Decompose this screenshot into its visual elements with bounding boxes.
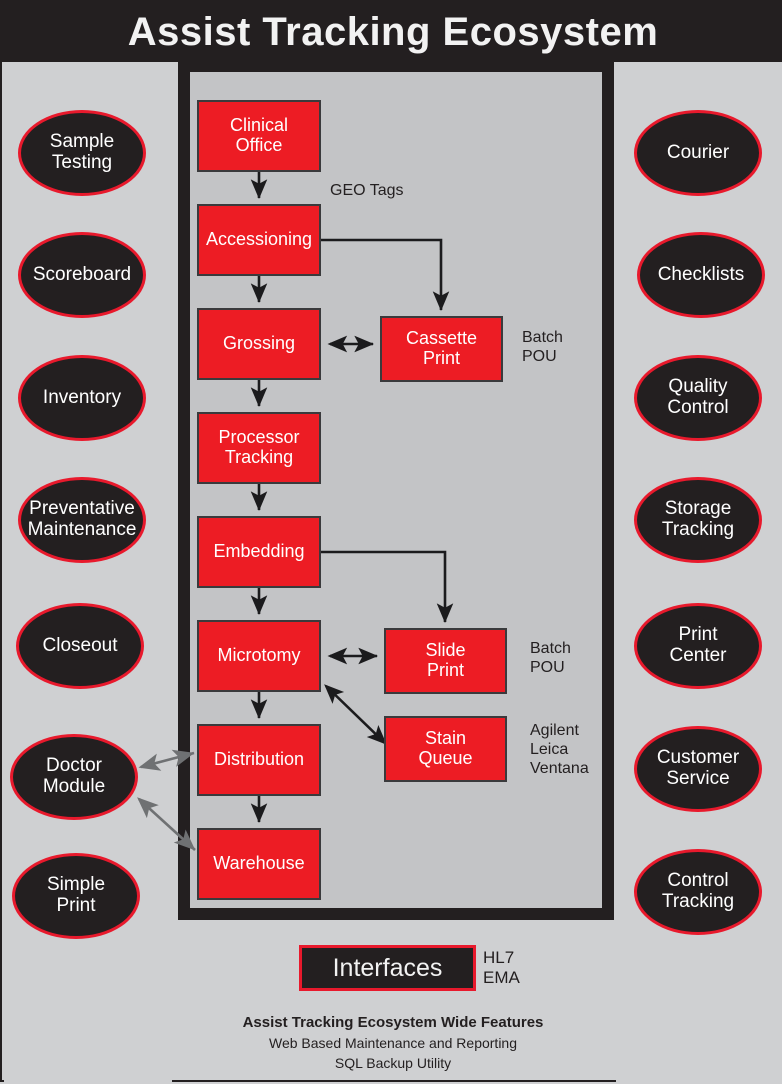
module-label: Print Center xyxy=(669,624,727,666)
module-simple-print[interactable]: Simple Print xyxy=(12,853,140,939)
right-module-column: Courier Checklists Quality Control Storage … xyxy=(616,62,782,1082)
module-control-tracking[interactable]: Control Tracking xyxy=(634,849,762,935)
interfaces-label: Interfaces xyxy=(332,953,443,982)
flow-step-label: Cassette Print xyxy=(405,328,478,368)
flow-step-warehouse[interactable]: Warehouse xyxy=(197,828,321,900)
footer: Assist Tracking Ecosystem Wide Features … xyxy=(2,1012,782,1074)
module-customer-service[interactable]: Customer Service xyxy=(634,726,762,812)
module-label: Preventative Maintenance xyxy=(27,498,137,540)
flow-step-distribution[interactable]: Distribution xyxy=(197,724,321,796)
flow-step-label: Embedding xyxy=(213,541,305,562)
diagram-root: Assist Tracking Ecosystem Sample Testing… xyxy=(0,0,782,1082)
flow-step-label: Slide Print xyxy=(425,640,466,680)
module-label: Scoreboard xyxy=(32,263,132,285)
workflow-panel: Clinical Office Accessioning Grossing Proce… xyxy=(190,72,602,908)
flow-step-label: Accessioning xyxy=(205,229,313,250)
module-label: Inventory xyxy=(42,386,122,408)
module-quality-control[interactable]: Quality Control xyxy=(634,355,762,441)
annotation-geo-tags-0: GEO Tags xyxy=(330,182,404,199)
module-print-center[interactable]: Print Center xyxy=(634,603,762,689)
module-label: Customer Service xyxy=(656,747,740,789)
module-label: Simple Print xyxy=(46,874,106,916)
module-closeout[interactable]: Closeout xyxy=(16,603,144,689)
flow-step-label: Distribution xyxy=(213,749,305,770)
interfaces-standards-label: HL7 EMA xyxy=(483,948,520,988)
annotation-batch-pou-1: Batch POU xyxy=(522,329,563,365)
footer-line-2: Web Based Maintenance and Reporting xyxy=(268,1034,517,1051)
annotation-agilent-leica-ventana-3: Agilent Leica Ventana xyxy=(530,722,589,777)
module-label: Sample Testing xyxy=(49,131,115,173)
module-label: Checklists xyxy=(657,263,745,285)
module-label: Doctor Module xyxy=(42,755,106,797)
flow-step-label: Warehouse xyxy=(213,853,305,874)
module-doctor-module[interactable]: Doctor Module xyxy=(10,734,138,820)
module-preventative-maintenance[interactable]: Preventative Maintenance xyxy=(18,477,146,563)
flow-step-clinical-office[interactable]: Clinical Office xyxy=(197,100,321,172)
module-label: Quality Control xyxy=(667,376,729,418)
module-checklists[interactable]: Checklists xyxy=(637,232,765,318)
module-storage-tracking[interactable]: Storage Tracking xyxy=(634,477,762,563)
flow-step-stain-queue[interactable]: Stain Queue xyxy=(384,716,507,782)
flow-step-cassette-print[interactable]: Cassette Print xyxy=(380,316,503,382)
flow-step-label: Grossing xyxy=(222,333,296,354)
workflow-frame: Clinical Office Accessioning Grossing Proce… xyxy=(178,60,614,920)
flow-step-label: Processor Tracking xyxy=(218,427,300,467)
page-title: Assist Tracking Ecosystem xyxy=(127,10,659,54)
flow-step-label: Microtomy xyxy=(217,645,301,666)
module-courier[interactable]: Courier xyxy=(634,110,762,196)
flow-step-label: Stain Queue xyxy=(418,728,473,768)
flow-step-processor-tracking[interactable]: Processor Tracking xyxy=(197,412,321,484)
flow-step-accessioning[interactable]: Accessioning xyxy=(197,204,321,276)
flow-step-microtomy[interactable]: Microtomy xyxy=(197,620,321,692)
module-inventory[interactable]: Inventory xyxy=(18,355,146,441)
module-label: Control Tracking xyxy=(661,870,735,912)
module-scoreboard[interactable]: Scoreboard xyxy=(18,232,146,318)
workflow-connectors xyxy=(250,172,454,824)
module-label: Closeout xyxy=(42,634,118,656)
module-label: Courier xyxy=(666,141,730,163)
module-label: Storage Tracking xyxy=(661,498,735,540)
flow-step-slide-print[interactable]: Slide Print xyxy=(384,628,507,694)
flow-step-embedding[interactable]: Embedding xyxy=(197,516,321,588)
flow-step-grossing[interactable]: Grossing xyxy=(197,308,321,380)
annotation-batch-pou-2: Batch POU xyxy=(530,640,571,676)
module-sample-testing[interactable]: Sample Testing xyxy=(18,110,146,196)
footer-line-1: Assist Tracking Ecosystem Wide Features xyxy=(242,1014,544,1031)
left-module-column: Sample Testing Scoreboard Inventory Prevent… xyxy=(4,62,172,1082)
flow-step-label: Clinical Office xyxy=(229,115,289,155)
footer-line-3: SQL Backup Utility xyxy=(334,1054,452,1071)
page-title-bar: Assist Tracking Ecosystem xyxy=(2,2,782,62)
interfaces-box[interactable]: Interfaces xyxy=(299,945,476,991)
